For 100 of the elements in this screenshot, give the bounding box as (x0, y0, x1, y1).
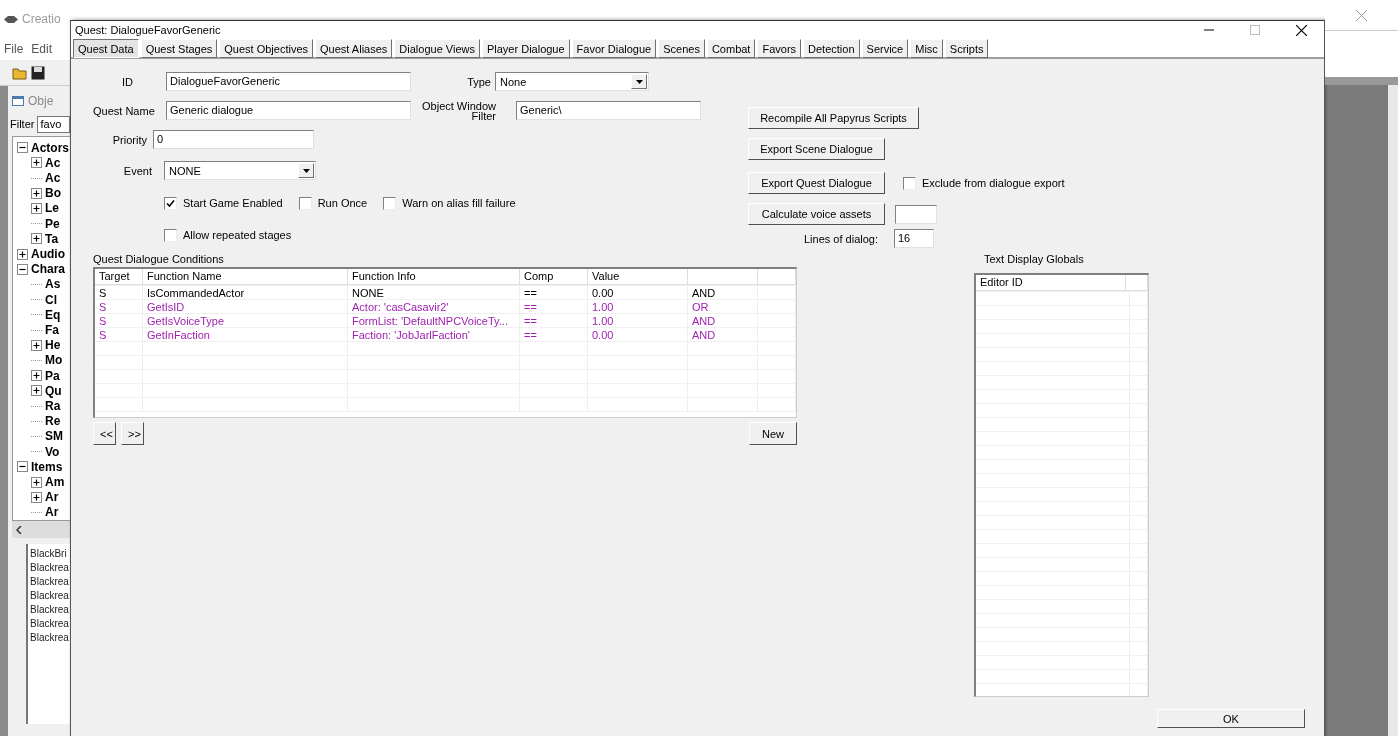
table-cell: S (95, 314, 143, 328)
previous-button[interactable]: << (93, 422, 116, 445)
menu-item[interactable]: Edit (31, 42, 53, 56)
list-item[interactable]: BlackBri (30, 548, 70, 562)
column-header[interactable]: Target (95, 269, 143, 285)
tree-item[interactable]: Re (45, 414, 61, 429)
collapse-icon[interactable] (17, 461, 28, 473)
column-header[interactable]: Editor ID (976, 275, 1126, 291)
tree-item[interactable]: Pe (45, 216, 60, 231)
export-quest-button[interactable]: Export Quest Dialogue (748, 172, 885, 194)
close-icon[interactable] (1295, 24, 1307, 36)
table-cell: GetIsVoiceType (143, 314, 348, 328)
expand-icon[interactable] (31, 476, 42, 488)
tab[interactable]: Scripts (944, 39, 989, 58)
tree-item[interactable]: Vo (45, 444, 60, 459)
tab[interactable]: Favor Dialogue (571, 39, 657, 58)
window-title: Quest: DialogueFavorGeneric (75, 24, 221, 36)
expand-icon[interactable] (31, 385, 42, 397)
tab[interactable]: Quest Objectives (219, 39, 314, 58)
window-title: Obje (28, 94, 54, 108)
ok-button[interactable]: OK (1157, 709, 1305, 728)
export-scene-button[interactable]: Export Scene Dialogue (748, 138, 885, 160)
tab[interactable]: Player Dialogue (481, 39, 570, 58)
new-button[interactable]: New (749, 422, 797, 445)
tree-item[interactable]: Actors (31, 140, 69, 155)
type-dropdown[interactable]: None (495, 72, 649, 91)
column-header[interactable]: Function Info (348, 269, 520, 285)
recompile-button[interactable]: Recompile All Papyrus Scripts (748, 107, 919, 129)
filter-field[interactable]: favo (37, 115, 70, 133)
tree-item[interactable]: Qu (45, 383, 62, 398)
expand-icon[interactable] (31, 202, 42, 214)
collapse-icon[interactable] (17, 142, 28, 154)
checkbox[interactable] (903, 176, 916, 190)
event-dropdown[interactable]: NONE (164, 161, 316, 180)
checkbox[interactable] (298, 196, 312, 210)
tree-item[interactable]: Chara (31, 262, 65, 277)
table-cell: S (95, 300, 143, 314)
expand-icon[interactable] (31, 370, 42, 382)
quest-name-field[interactable]: Generic dialogue (166, 101, 411, 120)
expand-icon[interactable] (17, 248, 28, 260)
tree-item[interactable]: Ra (45, 399, 61, 414)
expand-icon[interactable] (31, 491, 42, 503)
tree-item[interactable]: Fa (45, 323, 59, 338)
checkbox[interactable] (164, 228, 177, 242)
tree-item[interactable]: Cl (45, 292, 57, 307)
tab[interactable]: Quest Stages (140, 39, 218, 58)
list-item[interactable]: Blackrea (30, 562, 70, 576)
horizontal-scrollbar[interactable] (12, 521, 70, 538)
tree-item[interactable]: Eq (45, 307, 61, 322)
tab[interactable]: Service (861, 39, 909, 58)
tree-item[interactable]: Ar (45, 490, 59, 505)
lines-field[interactable]: 16 (894, 229, 934, 248)
tab[interactable]: Quest Data (73, 39, 139, 58)
calculate-button[interactable]: Calculate voice assets (748, 203, 885, 225)
tab[interactable]: Scenes (658, 39, 705, 58)
list-item[interactable]: Blackrea (30, 576, 70, 590)
collapse-icon[interactable] (17, 263, 28, 275)
scroll-left-icon[interactable] (16, 525, 22, 534)
tree-item[interactable]: He (45, 338, 61, 353)
menu-item[interactable]: File (4, 42, 24, 56)
id-field[interactable]: DialogueFavorGeneric (166, 72, 411, 91)
priority-field[interactable]: 0 (153, 130, 314, 149)
tree-item[interactable]: Mo (45, 353, 63, 368)
list-item[interactable]: Blackrea (30, 590, 70, 604)
tab[interactable]: Combat (706, 39, 756, 58)
tree-item[interactable]: Items (31, 459, 63, 474)
expand-icon[interactable] (31, 339, 42, 351)
next-button[interactable]: >> (121, 422, 144, 445)
list-item[interactable]: Blackrea (30, 604, 70, 618)
column-header[interactable]: Value (588, 269, 688, 285)
tree-item[interactable]: Ac (45, 155, 61, 170)
tree-item[interactable]: As (45, 277, 61, 292)
table-cell: == (520, 328, 588, 342)
tab[interactable]: Misc (910, 39, 943, 58)
list-item[interactable]: Blackrea (30, 632, 70, 646)
column-header[interactable]: Function Name (143, 269, 348, 285)
expand-icon[interactable] (31, 157, 42, 169)
tab[interactable]: Quest Aliases (315, 39, 393, 58)
checkbox[interactable] (383, 196, 397, 210)
tree-item[interactable]: SM (45, 429, 63, 444)
column-header[interactable]: Comp (520, 269, 588, 285)
tree-item[interactable]: Ta (45, 231, 59, 246)
checkbox[interactable] (164, 196, 177, 210)
folder-icon[interactable] (12, 65, 28, 80)
table-cell: AND (688, 314, 758, 328)
tree-item[interactable]: Am (45, 475, 65, 490)
tree-item[interactable]: Ac (45, 171, 61, 185)
tree-item[interactable]: Pa (45, 368, 60, 383)
expand-icon[interactable] (31, 233, 42, 245)
tab[interactable]: Detection (803, 39, 860, 58)
filter-field[interactable]: Generic\ (516, 101, 701, 120)
tree-item[interactable]: Ar (45, 505, 59, 520)
list-item[interactable]: Blackrea (30, 618, 70, 632)
expand-icon[interactable] (31, 187, 42, 199)
tree-item[interactable]: Bo (45, 186, 61, 201)
tree-item[interactable]: Audio (31, 247, 65, 261)
input-field[interactable] (895, 204, 937, 224)
tab[interactable]: Favors (757, 39, 802, 58)
tab[interactable]: Dialogue Views (394, 39, 480, 58)
tree-item[interactable]: Le (45, 201, 59, 216)
